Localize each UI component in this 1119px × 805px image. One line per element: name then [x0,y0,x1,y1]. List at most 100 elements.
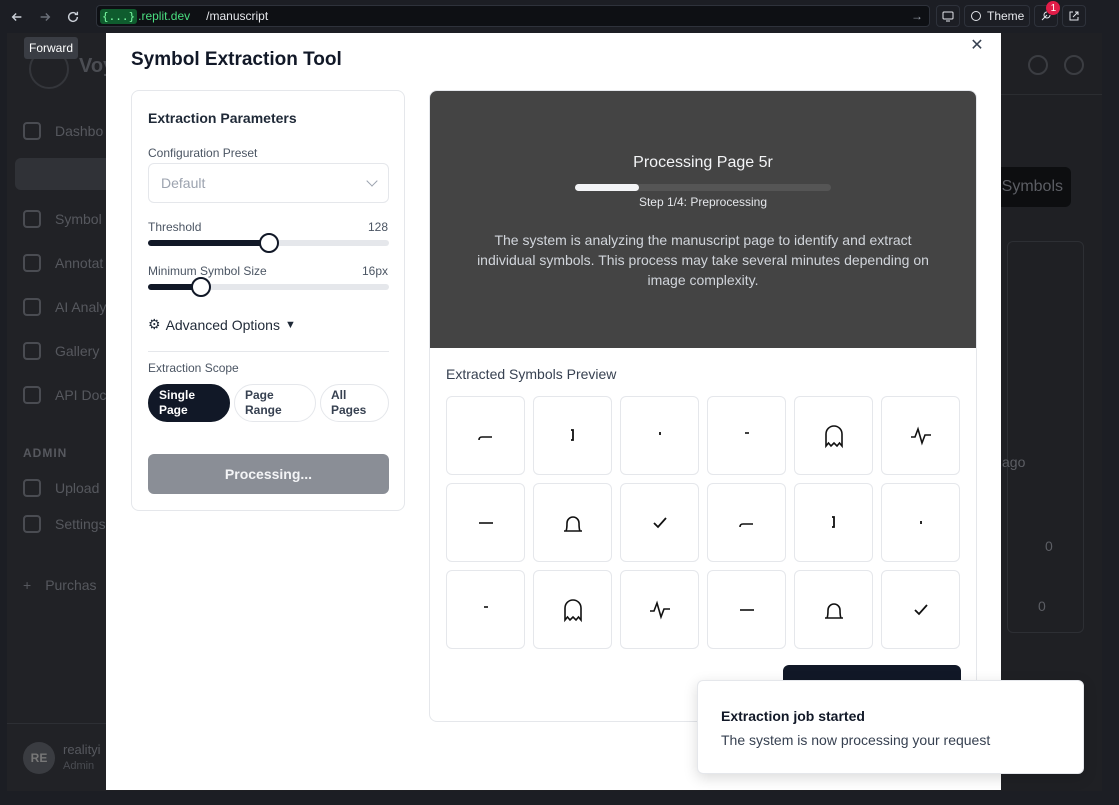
address-bar[interactable]: {...} .replit.dev /manuscript → [96,5,930,27]
background-card [1007,241,1084,633]
puzzle-icon [23,210,41,228]
progress-bar [575,184,831,191]
threshold-slider-thumb[interactable] [258,233,279,253]
wave-symbol-icon [649,599,670,620]
sidebar-item-api-docs[interactable]: API Doc [23,381,106,409]
sidebar-item-label: AI Analy [55,299,107,315]
gear-icon: ⚙ [148,316,161,332]
check-symbol-icon [913,603,928,615]
scope-option-line: All [331,388,347,402]
bot-icon [23,298,41,316]
sidebar-item-label: Settings [55,516,106,532]
tick-symbol-icon [919,520,922,524]
user-name: realityi [63,742,101,757]
symbol-preview-cell[interactable] [620,570,699,649]
preset-select[interactable]: Default [148,163,389,203]
modal-title: Symbol Extraction Tool [131,49,342,70]
min-size-slider[interactable] [148,277,389,297]
sidebar-item-label: Dashbo [55,123,104,139]
sidebar-item-label: Purchas [45,577,97,593]
symbol-preview-cell[interactable] [707,396,786,475]
symbol-preview-cell[interactable] [794,483,873,562]
preview-title: Extracted Symbols Preview [446,366,617,382]
sidebar-item-purchase[interactable]: + Purchas [23,571,97,599]
sidebar-item-upload[interactable]: Upload [23,474,99,502]
sidebar: Voy Dashbo Symbol Annotat AI Analy Galle… [7,33,135,791]
check-symbol-icon [652,516,667,528]
devtools-button[interactable]: 1 [1034,1,1061,27]
sidebar-item-settings[interactable]: Settings [23,510,106,538]
symbol-preview-cell[interactable] [881,570,960,649]
device-toggle-button[interactable] [936,5,960,27]
upload-icon [23,479,41,497]
dash-symbol-icon [483,605,488,608]
sidebar-item-annotations[interactable]: Annotat [23,249,103,277]
scope-single-page[interactable]: Single Page [148,384,230,422]
symbol-preview-cell[interactable] [533,570,612,649]
symbol-preview-cell[interactable] [794,570,873,649]
code-icon [23,386,41,404]
underscore-symbol-icon [477,435,492,440]
home-icon [23,122,41,140]
sidebar-item-symbols[interactable]: Symbol [23,205,102,233]
back-button[interactable] [6,6,28,28]
chevron-down-icon [366,175,378,187]
ghost-symbol-icon [563,598,582,622]
symbol-preview-cell[interactable] [620,396,699,475]
symbol-preview-cell[interactable] [881,483,960,562]
symbol-extraction-modal: Symbol Extraction Tool ✕ Extraction Para… [106,33,1001,790]
processing-button[interactable]: Processing... [148,454,389,494]
url-domain: .replit.dev [138,9,191,23]
close-icon[interactable]: ✕ [969,38,985,54]
notification-badge: 1 [1046,1,1061,15]
symbol-preview-cell[interactable] [620,483,699,562]
monitor-icon [942,11,954,22]
forward-button[interactable] [34,6,56,28]
reload-button[interactable] [62,6,84,28]
symbol-preview-cell[interactable] [794,396,873,475]
symbol-preview-cell[interactable] [881,396,960,475]
theme-button[interactable]: Theme [964,5,1031,27]
scope-option-label: All Pages [331,388,366,418]
open-new-tab-button[interactable] [1062,5,1087,27]
preset-label: Configuration Preset [148,146,258,160]
scope-all-pages[interactable]: All Pages [320,384,389,422]
symbol-preview-cell[interactable] [446,396,525,475]
help-icon[interactable] [1064,55,1084,75]
symbol-preview-cell[interactable] [446,570,525,649]
sidebar-item-dashboard[interactable]: Dashbo [23,117,103,145]
url-badge: {...} [100,8,138,24]
sidebar-item-ai-analysis[interactable]: AI Analy [23,293,106,321]
symbol-preview-cell[interactable] [533,483,612,562]
line-symbol-icon [739,608,754,611]
sidebar-item-gallery[interactable]: Gallery [23,337,99,365]
symbol-preview-grid [446,396,961,649]
toast-body: The system is now processing your reques… [721,732,991,748]
go-arrow-icon[interactable]: → [911,9,923,23]
symbol-preview-cell[interactable] [533,396,612,475]
scope-option-label: Single Page [159,388,195,418]
toast-notification: Extraction job started The system is now… [697,680,1084,774]
bell-icon[interactable] [1028,55,1048,75]
message-icon [23,254,41,272]
scope-page-range[interactable]: Page Range [234,384,316,422]
bell-symbol-icon [824,602,843,619]
gear-icon [23,515,41,533]
sidebar-item-label: Gallery [55,343,100,359]
user-role: Admin [63,760,95,772]
min-size-slider-thumb[interactable] [191,277,212,297]
ghost-symbol-icon [824,424,843,448]
scope-label: Extraction Scope [148,361,239,375]
processing-status-box: Processing Page 5r Step 1/4: Preprocessi… [430,91,976,348]
threshold-slider[interactable] [148,233,389,253]
user-profile[interactable]: RE realityi Admin [7,723,107,791]
symbol-preview-cell[interactable] [707,483,786,562]
underscore-symbol-icon [738,522,753,527]
advanced-options-toggle[interactable]: ⚙ Advanced Options ▼ [148,316,296,333]
arrow-left-icon [11,12,22,21]
symbol-preview-cell[interactable] [707,570,786,649]
image-icon [23,342,41,360]
threshold-label: Threshold [148,220,202,234]
symbol-preview-cell[interactable] [446,483,525,562]
scope-option-line: Range [245,403,282,417]
